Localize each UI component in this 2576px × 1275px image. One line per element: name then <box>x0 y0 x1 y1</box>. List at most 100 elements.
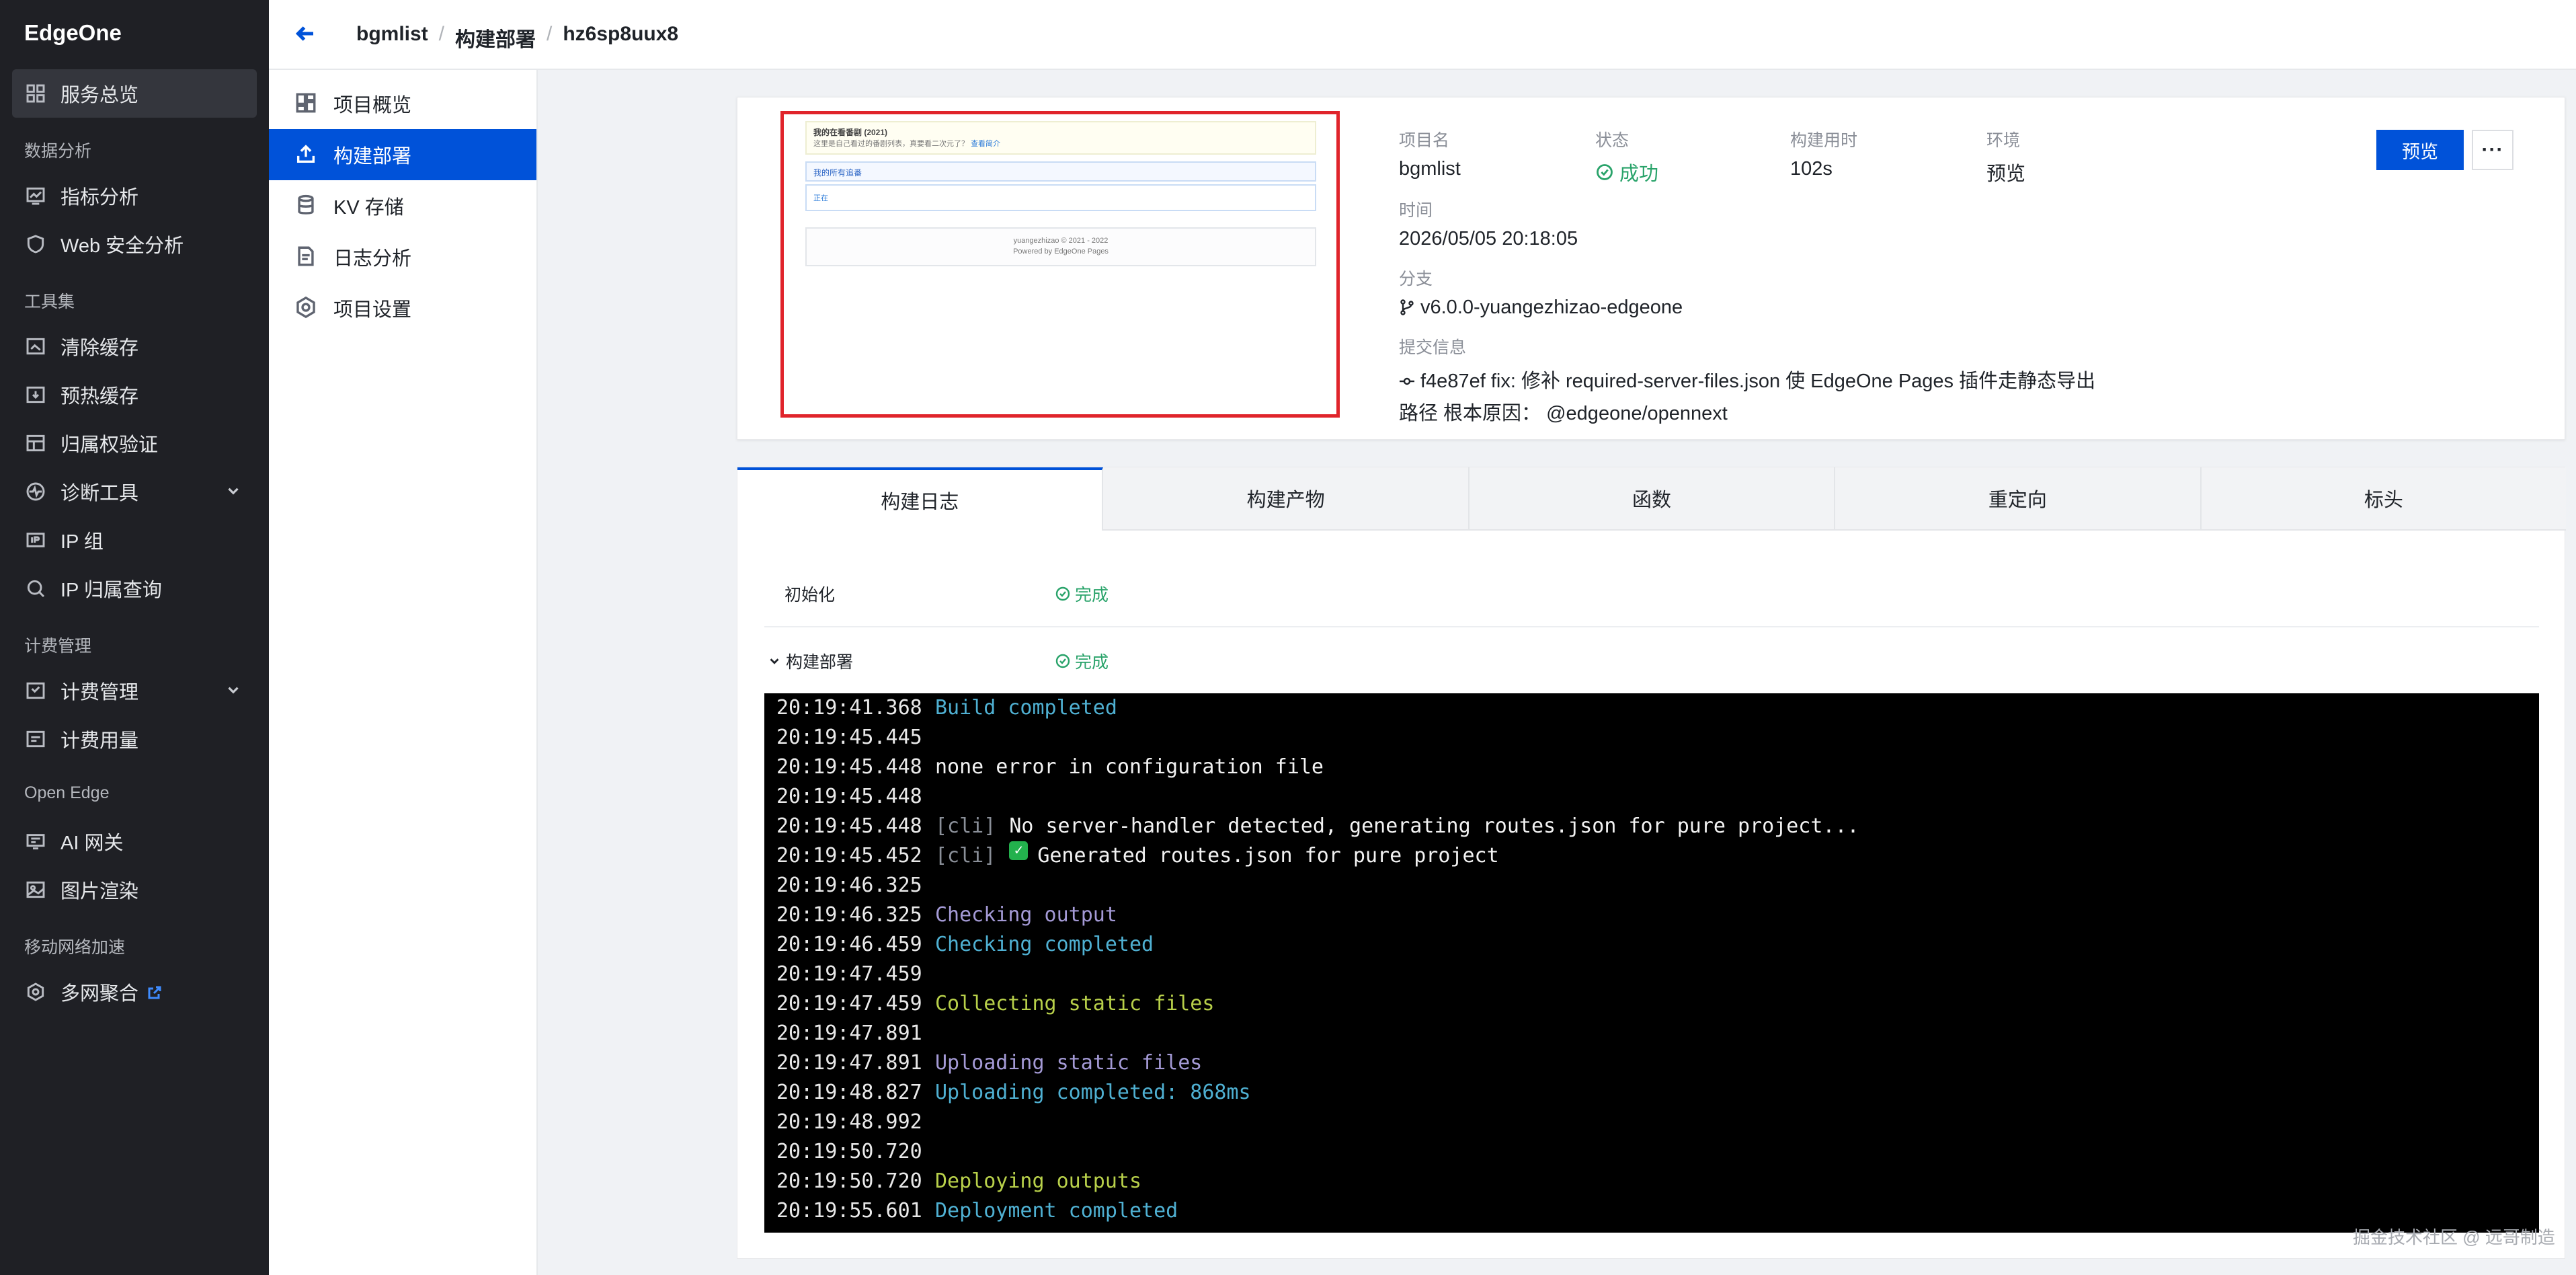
tab-headers[interactable]: 标头 <box>2201 467 2567 531</box>
sidebar-item-label: 计费管理 <box>61 682 139 703</box>
sidebar-item-ownership-verify[interactable]: 归属权验证 <box>12 419 257 467</box>
sidebar-item-overview[interactable]: 服务总览 <box>12 69 257 118</box>
ip-group-icon <box>24 529 47 551</box>
site-preview-thumbnail[interactable]: 我的在看番剧 (2021) 这里是自己看过的番剧列表，真要看二次元了？ 查看简介… <box>780 111 1340 418</box>
log-line: 20:19:45.448 none error in configuration … <box>764 752 2539 782</box>
tab-redirects[interactable]: 重定向 <box>1835 467 2202 531</box>
sidebar-item-diagnostic-tools[interactable]: 诊断工具 <box>12 467 257 516</box>
log-message: Deployment completed <box>935 1199 1178 1223</box>
log-message: none error in configuration file <box>935 755 1324 779</box>
shield-icon <box>24 233 47 256</box>
sidebar-item-ip-lookup[interactable]: IP 归属查询 <box>12 564 257 613</box>
step-init-status: 完成 <box>1055 582 1109 606</box>
field-label: 分支 <box>1399 270 1433 288</box>
sidebar-item-billing-management[interactable]: 计费管理 <box>12 666 257 715</box>
sidebar-item-label: 清除缓存 <box>61 338 139 359</box>
log-line: 20:19:45.448 <box>764 782 2539 812</box>
check-circle-icon <box>1055 654 1070 668</box>
submenu-item-label: KV 存储 <box>333 197 404 219</box>
log-timestamp: 20:19:48.827 <box>776 1081 922 1104</box>
sidebar-item-billing-usage[interactable]: 计费用量 <box>12 715 257 763</box>
watermark: 掘金技术社区 @ 远哥制造 <box>2353 1227 2555 1247</box>
prefetch-cache-icon <box>24 383 47 406</box>
log-message: Build completed <box>935 696 1117 720</box>
step-status-label: 完成 <box>1075 586 1109 605</box>
sidebar-group-open-edge: Open Edge <box>24 783 110 802</box>
submenu-item-label: 日志分析 <box>333 248 412 270</box>
submenu-item-log-analysis[interactable]: 日志分析 <box>269 231 536 282</box>
breadcrumb-section[interactable]: 构建部署 <box>455 23 536 52</box>
log-line: 20:19:47.891 <box>764 1019 2539 1048</box>
diagnostic-icon <box>24 480 47 503</box>
build-log-terminal[interactable]: 20:19:41.368 Build completed 20:19:45.445 2… <box>764 693 2539 1233</box>
log-tag: [cli] <box>935 814 996 838</box>
tab-build-artifacts[interactable]: 构建产物 <box>1103 467 1470 531</box>
log-line: 20:19:48.992 <box>764 1108 2539 1137</box>
branch-name[interactable]: v6.0.0-yuangezhizao-edgeone <box>1420 297 1683 318</box>
breadcrumb-project[interactable]: bgmlist <box>356 23 428 52</box>
dashboard-grid-icon <box>24 82 47 105</box>
log-timestamp: 20:19:47.891 <box>776 1051 922 1075</box>
sidebar-item-label: 诊断工具 <box>61 483 139 504</box>
log-line: 20:19:55.601 Deployment completed <box>764 1196 2539 1226</box>
log-line: 20:19:46.459 Checking completed <box>764 930 2539 960</box>
upload-deploy-icon <box>294 143 319 167</box>
sidebar-item-web-security[interactable]: Web 安全分析 <box>12 220 257 268</box>
sidebar-item-purge-cache[interactable]: 清除缓存 <box>12 322 257 371</box>
log-line: 20:19:50.720 Deploying outputs <box>764 1167 2539 1196</box>
field-status: 状态 成功 <box>1595 127 1658 186</box>
tab-functions[interactable]: 函数 <box>1469 467 1836 531</box>
log-timestamp: 20:19:55.601 <box>776 1199 922 1223</box>
deployment-tabs: 构建日志 构建产物 函数 重定向 标头 <box>737 467 2567 531</box>
branch-value: v6.0.0-yuangezhizao-edgeone <box>1399 297 1683 319</box>
preview-header: 我的在看番剧 (2021) 这里是自己看过的番剧列表，真要看二次元了？ 查看简介 <box>805 121 1316 155</box>
preview-header-link: 查看简介 <box>971 140 1001 148</box>
submenu-item-kv-storage[interactable]: KV 存储 <box>269 180 536 231</box>
tab-build-log[interactable]: 构建日志 <box>737 467 1104 531</box>
log-timestamp: 20:19:47.459 <box>776 992 922 1015</box>
settings-icon <box>294 296 319 320</box>
sidebar-item-image-render[interactable]: 图片渲染 <box>12 865 257 914</box>
sidebar-group-billing: 计费管理 <box>24 637 92 656</box>
multi-network-icon <box>24 980 47 1003</box>
log-line: 20:19:45.448 [cli] No server-handler detec… <box>764 812 2539 841</box>
field-branch: 分支 v6.0.0-yuangezhizao-edgeone <box>1399 266 1683 319</box>
step-init-name: 初始化 <box>784 586 836 605</box>
sidebar-item-multi-network[interactable]: 多网聚合 <box>12 968 257 1016</box>
sidebar-item-label: AI 网关 <box>61 833 124 854</box>
sidebar-item-prefetch-cache[interactable]: 预热缓存 <box>12 371 257 419</box>
commit-hash[interactable]: f4e87ef <box>1420 371 1486 392</box>
log-line: 20:19:46.325 Checking output <box>764 900 2539 930</box>
project-name-value: bgmlist <box>1399 158 1461 180</box>
field-label: 时间 <box>1399 201 1433 220</box>
log-line: 20:19:46.325 <box>764 871 2539 900</box>
sidebar-item-ip-group[interactable]: IP 组 <box>12 516 257 564</box>
check-circle-icon <box>1597 164 1613 180</box>
log-timestamp: 20:19:47.891 <box>776 1021 922 1045</box>
log-timestamp: 20:19:50.720 <box>776 1140 922 1163</box>
step-status-label: 完成 <box>1075 653 1109 672</box>
field-label: 构建用时 <box>1790 131 1858 150</box>
log-document-icon <box>294 245 319 269</box>
submenu-item-build-deploy[interactable]: 构建部署 <box>269 129 536 180</box>
log-line: 20:19:48.827 Uploading completed: 868ms <box>764 1078 2539 1108</box>
more-options-button[interactable]: ··· <box>2472 130 2513 170</box>
back-arrow-icon[interactable] <box>293 22 320 48</box>
step-build-deploy-name: 构建部署 <box>786 653 854 672</box>
step-build-deploy-toggle[interactable]: 构建部署 <box>767 649 853 673</box>
log-timestamp: 20:19:45.445 <box>776 726 922 749</box>
submenu-item-overview[interactable]: 项目概览 <box>269 78 536 129</box>
field-label: 环境 <box>1986 131 2021 150</box>
preview-section-title: 我的所有追番 <box>805 161 1316 182</box>
sidebar-item-ai-gateway[interactable]: AI 网关 <box>12 817 257 865</box>
sidebar-item-metrics[interactable]: 指标分析 <box>12 171 257 220</box>
git-branch-icon <box>1399 299 1415 316</box>
build-time-value: 102s <box>1790 158 1833 180</box>
field-environment: 环境 预览 <box>1986 127 2025 186</box>
field-build-time: 构建用时 102s <box>1790 127 1857 180</box>
main-sidebar: EdgeOne 服务总览 数据分析 指标分析 Web 安全分析 工具集 清除缓存… <box>0 0 269 1275</box>
sidebar-item-label: IP 组 <box>61 531 104 553</box>
sidebar-group-mobile-acceleration: 移动网络加速 <box>24 938 126 957</box>
preview-button[interactable]: 预览 <box>2376 130 2464 170</box>
submenu-item-project-settings[interactable]: 项目设置 <box>269 282 536 334</box>
